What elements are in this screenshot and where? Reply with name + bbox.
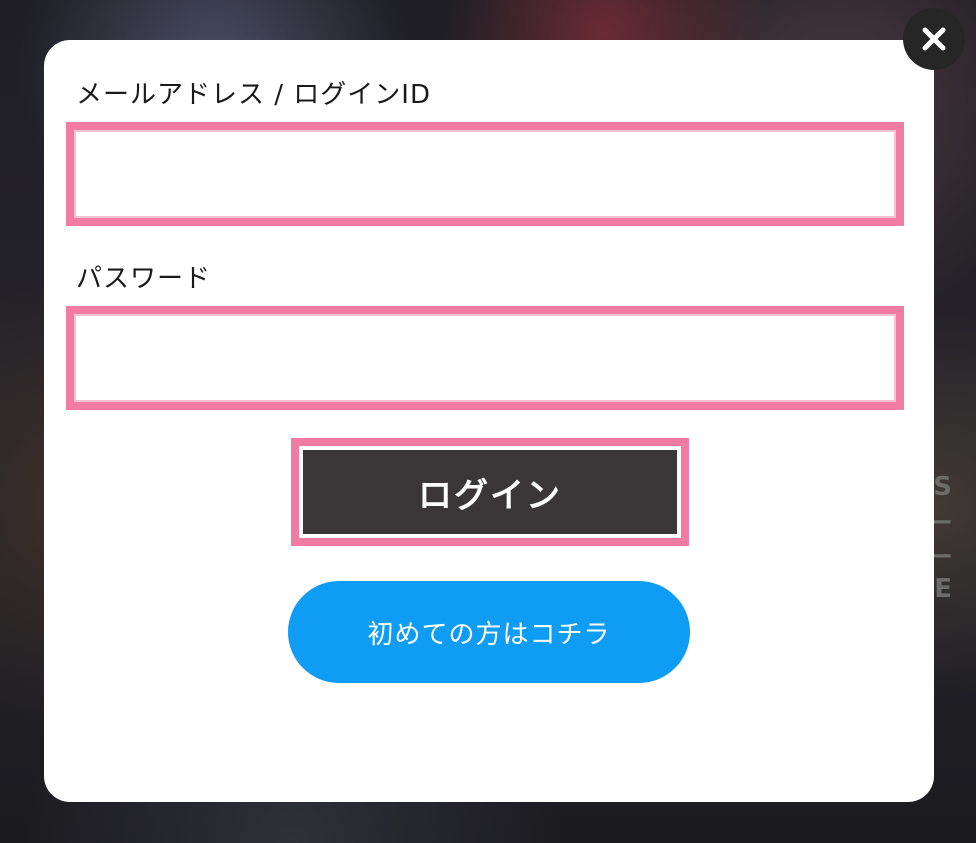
password-label: パスワード bbox=[76, 264, 212, 294]
login-modal: メールアドレス / ログインID パスワード ログイン 初めての方はコチラ bbox=[44, 40, 934, 802]
login-button[interactable]: ログイン bbox=[303, 450, 677, 534]
register-button[interactable]: 初めての方はコチラ bbox=[288, 581, 690, 683]
login-button-frame: ログイン bbox=[291, 438, 689, 546]
email-label: メールアドレス / ログインID bbox=[76, 80, 431, 110]
close-button[interactable] bbox=[903, 8, 965, 70]
password-field-frame bbox=[66, 306, 904, 410]
email-field-frame bbox=[66, 122, 904, 226]
password-field[interactable] bbox=[74, 314, 896, 402]
close-icon bbox=[922, 27, 946, 51]
email-field[interactable] bbox=[74, 130, 896, 218]
